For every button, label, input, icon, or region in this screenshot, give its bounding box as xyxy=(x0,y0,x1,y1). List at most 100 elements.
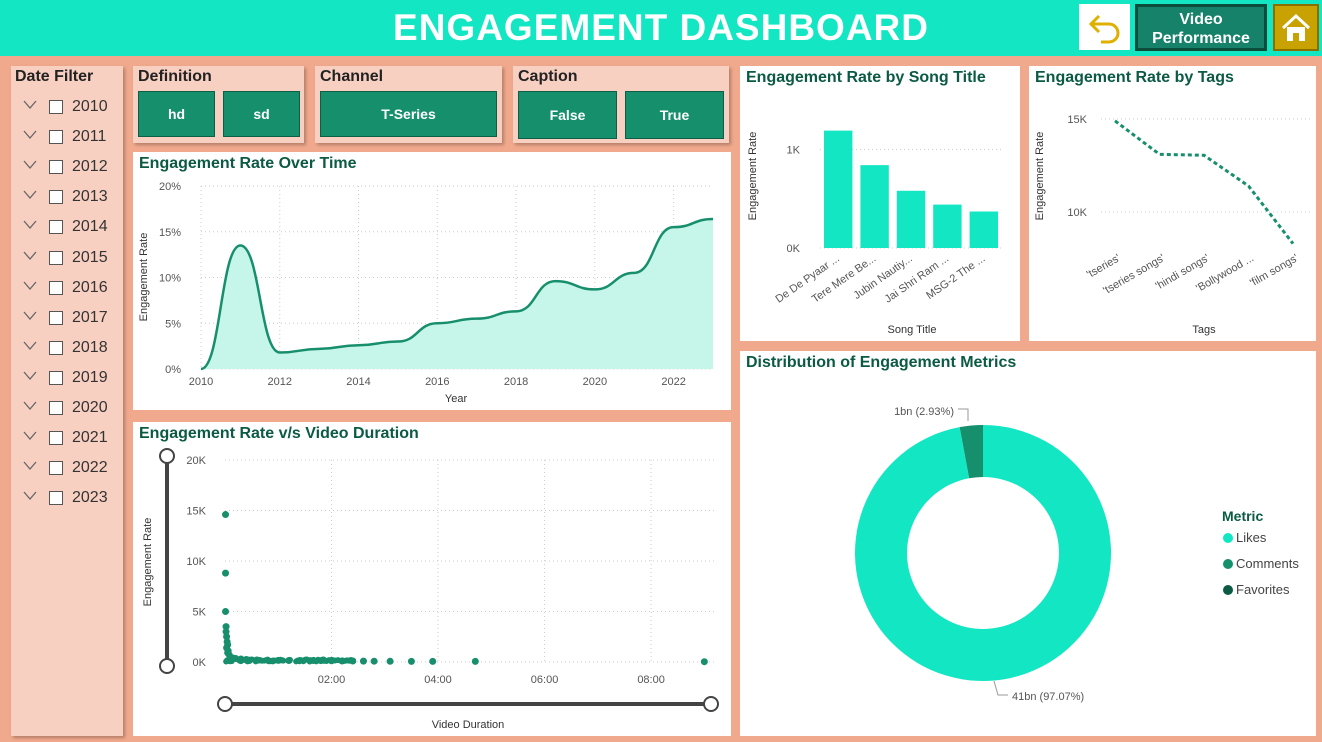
year-checkbox[interactable] xyxy=(49,311,63,325)
year-checkbox[interactable] xyxy=(49,130,63,144)
chevron-down-icon[interactable] xyxy=(23,370,35,382)
slider-handle[interactable] xyxy=(704,697,718,711)
definition-slicer: Definition hd sd xyxy=(133,66,304,143)
year-checkbox[interactable] xyxy=(49,371,63,385)
y-axis-title: Engagement Rate xyxy=(138,233,150,322)
chevron-down-icon[interactable] xyxy=(23,400,35,412)
scatter-point xyxy=(222,511,229,518)
year-option-2013[interactable]: 2013 xyxy=(23,187,121,209)
year-checkbox[interactable] xyxy=(49,100,63,114)
year-checkbox[interactable] xyxy=(49,401,63,415)
year-option-2018[interactable]: 2018 xyxy=(23,338,121,360)
engagement-metrics-donut[interactable]: 1bn (2.93%) 41bn (97.07%) xyxy=(740,351,1316,736)
scatter-point xyxy=(222,608,229,615)
chevron-down-icon[interactable] xyxy=(23,430,35,442)
year-checkbox[interactable] xyxy=(49,160,63,174)
bar xyxy=(860,165,888,248)
caption-label: Caption xyxy=(518,68,578,86)
scatter-point xyxy=(307,657,314,664)
chevron-down-icon[interactable] xyxy=(23,460,35,472)
definition-sd-button[interactable]: sd xyxy=(223,91,300,137)
year-label: 2014 xyxy=(72,218,108,236)
scatter-point xyxy=(408,658,415,665)
data-label: 1bn (2.93%) xyxy=(894,406,954,418)
legend-item-favorites[interactable]: Favorites xyxy=(1236,582,1289,597)
year-option-2023[interactable]: 2023 xyxy=(23,488,121,510)
leader-line xyxy=(958,409,968,421)
chevron-down-icon[interactable] xyxy=(23,490,35,502)
year-checkbox[interactable] xyxy=(49,190,63,204)
x-tick-label: 06:00 xyxy=(531,674,559,686)
chevron-down-icon[interactable] xyxy=(23,340,35,352)
x-tick-label: Jai Shri Ram ... xyxy=(883,253,951,306)
channel-tseries-button[interactable]: T-Series xyxy=(320,91,497,137)
chevron-down-icon[interactable] xyxy=(23,219,35,231)
year-option-2017[interactable]: 2017 xyxy=(23,308,121,330)
engagement-by-song-panel: Engagement Rate by Song Title 0K 1K De De … xyxy=(740,66,1020,341)
year-option-2016[interactable]: 2016 xyxy=(23,278,121,300)
scatter-point xyxy=(387,658,394,665)
x-tick-label: 2016 xyxy=(425,376,449,388)
chevron-down-icon[interactable] xyxy=(23,310,35,322)
y-tick-label: 20% xyxy=(159,181,181,193)
scatter-point xyxy=(275,657,282,664)
chevron-down-icon[interactable] xyxy=(23,99,35,111)
chevron-down-icon[interactable] xyxy=(23,129,35,141)
y-axis-title: Engagement Rate xyxy=(142,518,154,607)
year-checkbox[interactable] xyxy=(49,491,63,505)
chevron-down-icon[interactable] xyxy=(23,250,35,262)
year-label: 2012 xyxy=(72,158,108,176)
year-checkbox[interactable] xyxy=(49,431,63,445)
chevron-down-icon[interactable] xyxy=(23,189,35,201)
slider-handle[interactable] xyxy=(160,449,174,463)
year-option-2014[interactable]: 2014 xyxy=(23,217,121,239)
slider-handle[interactable] xyxy=(218,697,232,711)
year-checkbox[interactable] xyxy=(49,341,63,355)
engagement-by-tags-panel: Engagement Rate by Tags 10K 15K'tseries' '… xyxy=(1029,66,1316,341)
scatter-point xyxy=(360,658,367,665)
year-option-2020[interactable]: 2020 xyxy=(23,398,121,420)
legend-item-comments[interactable]: Comments xyxy=(1236,556,1299,571)
y-tick-label: 0K xyxy=(787,243,801,255)
year-option-2015[interactable]: 2015 xyxy=(23,248,121,270)
back-button[interactable] xyxy=(1079,4,1130,50)
year-label: 2023 xyxy=(72,489,108,507)
y-tick-label: 15% xyxy=(159,227,181,239)
year-option-2011[interactable]: 2011 xyxy=(23,127,121,149)
engagement-metrics-panel: Distribution of Engagement Metrics 1bn (… xyxy=(740,351,1316,736)
definition-hd-button[interactable]: hd xyxy=(138,91,215,137)
video-performance-button[interactable]: Video Performance xyxy=(1135,4,1267,51)
engagement-vs-duration-chart[interactable]: 0K 5K 10K 15K 20K 02:00 04:00 06:00 08:00 Video D… xyxy=(133,422,731,736)
date-filter-title: Date Filter xyxy=(15,68,93,86)
x-tick-label: 2014 xyxy=(346,376,370,388)
engagement-by-song-chart[interactable]: 0K1KDe De Pyaar ...Tere Mere Be...Jubin … xyxy=(740,66,1020,341)
legend-item-likes[interactable]: Likes xyxy=(1236,530,1266,545)
x-tick-label: 2010 xyxy=(189,376,213,388)
engagement-over-time-chart[interactable]: 0% 5% 10% 15% 20% 2010 2012 2014 2016 2018 2020 202… xyxy=(133,152,731,410)
year-checkbox[interactable] xyxy=(49,281,63,295)
year-checkbox[interactable] xyxy=(49,220,63,234)
chevron-down-icon[interactable] xyxy=(23,280,35,292)
year-option-2022[interactable]: 2022 xyxy=(23,458,121,480)
home-button[interactable] xyxy=(1273,4,1319,51)
year-checkbox[interactable] xyxy=(49,251,63,265)
year-option-2012[interactable]: 2012 xyxy=(23,157,121,179)
year-checkbox[interactable] xyxy=(49,461,63,475)
year-option-2010[interactable]: 2010 xyxy=(23,97,121,119)
legend-marker xyxy=(1223,559,1233,569)
slider-handle[interactable] xyxy=(160,659,174,673)
scatter-point xyxy=(701,658,708,665)
y-tick-label: 0K xyxy=(193,657,207,669)
engagement-by-tags-chart[interactable]: 10K15K'tseries''tseries songs''hindi son… xyxy=(1029,66,1316,341)
caption-false-button[interactable]: False xyxy=(518,91,617,139)
year-option-2019[interactable]: 2019 xyxy=(23,368,121,390)
chevron-down-icon[interactable] xyxy=(23,159,35,171)
year-option-2021[interactable]: 2021 xyxy=(23,428,121,450)
scatter-point xyxy=(285,657,292,664)
caption-true-button[interactable]: True xyxy=(625,91,724,139)
data-label: 41bn (97.07%) xyxy=(1012,691,1084,703)
scatter-point xyxy=(296,657,303,664)
x-tick-label: 2020 xyxy=(583,376,607,388)
x-tick-label: De De Pyaar ... xyxy=(773,253,841,306)
x-tick-label: Tere Mere Be... xyxy=(810,253,878,306)
